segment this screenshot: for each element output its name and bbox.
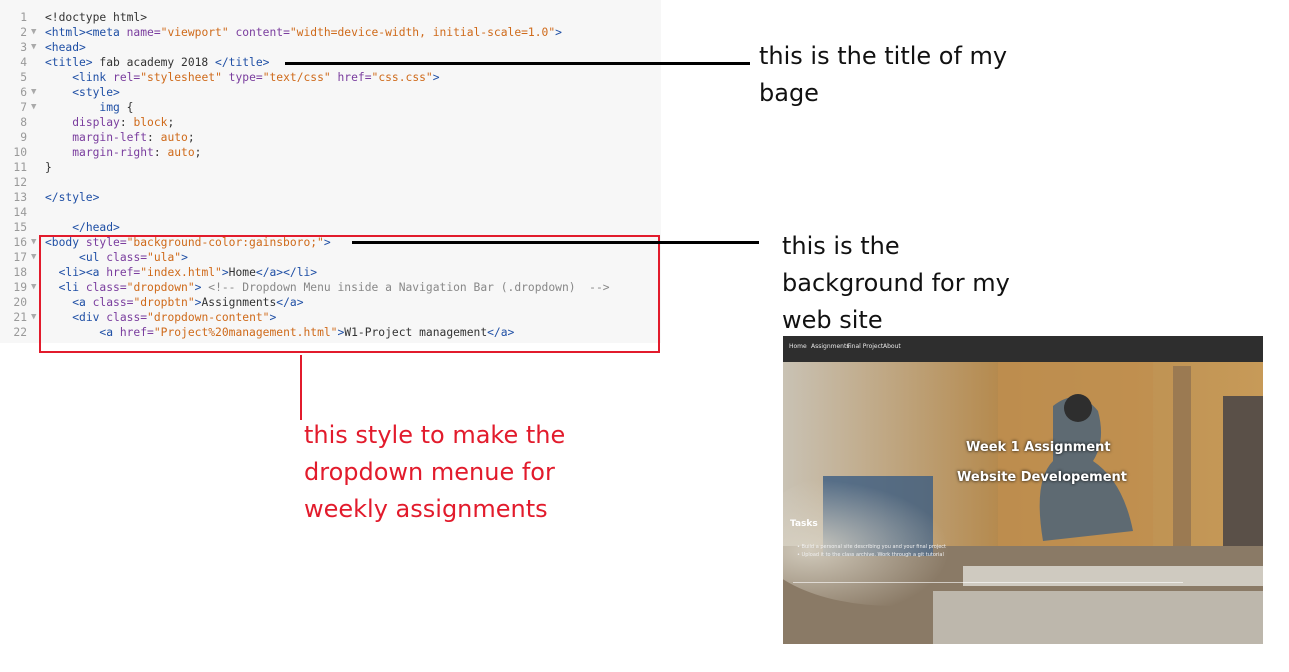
fold-toggle-icon[interactable]: ▼ xyxy=(31,250,36,265)
code-text: margin-right: auto; xyxy=(72,146,202,159)
dropdown-annotation-line: this style to make the xyxy=(304,421,566,449)
line-number: 13 xyxy=(13,191,27,204)
code-text: <link rel="stylesheet" type="text/css" h… xyxy=(72,71,440,84)
line-number: 4 xyxy=(20,56,27,69)
line-number: 6 xyxy=(20,86,27,99)
code-text: <title> fab academy 2018 </title> xyxy=(45,56,270,69)
line-number: 11 xyxy=(13,161,27,174)
fold-toggle-icon[interactable]: ▼ xyxy=(31,25,36,40)
code-line: 12 xyxy=(0,175,661,190)
line-number: 21 xyxy=(13,311,27,324)
code-line: 3 ▼ <head> xyxy=(0,40,661,55)
line-number: 22 xyxy=(13,326,27,339)
line-number: 8 xyxy=(20,116,27,129)
title-annotation: this is the title of my bage xyxy=(759,38,1007,112)
dropdown-annotation-line: weekly assignments xyxy=(304,495,548,523)
code-line: 6 ▼ <style> xyxy=(0,85,661,100)
fold-toggle-icon[interactable]: ▼ xyxy=(31,280,36,295)
dropdown-annotation-line: dropdown menue for xyxy=(304,458,555,486)
line-number: 15 xyxy=(13,221,27,234)
background-annotation-line: this is the xyxy=(782,232,900,260)
background-annotation: this is the background for my web site xyxy=(782,228,1010,339)
code-line: 9 margin-left: auto; xyxy=(0,130,661,145)
code-text: <style> xyxy=(72,86,120,99)
title-annotation-line: this is the title of my xyxy=(759,42,1008,70)
preview-heading-week: Week 1 Assignment xyxy=(966,440,1111,455)
line-number: 3 xyxy=(20,41,27,54)
code-line: 10 margin-right: auto; xyxy=(0,145,661,160)
code-line: 1 <!doctype html> xyxy=(0,10,661,25)
code-text: img { xyxy=(99,101,134,114)
code-text: margin-left: auto; xyxy=(72,131,195,144)
line-number: 19 xyxy=(13,281,27,294)
preview-navbar: Home Assignments Final Project About xyxy=(783,336,1263,362)
title-annotation-line: bage xyxy=(759,79,819,107)
code-line: 2 ▼ <html><meta name="viewport" content="w… xyxy=(0,25,661,40)
line-number: 2 xyxy=(20,26,27,39)
code-line: 15 </head> xyxy=(0,220,661,235)
code-text: <!doctype html> xyxy=(45,11,148,24)
code-line: 8 display: block; xyxy=(0,115,661,130)
code-text: display: block; xyxy=(72,116,175,129)
preview-tasks-label: Tasks xyxy=(790,519,818,529)
dropdown-annotation: this style to make the dropdown menue fo… xyxy=(304,417,565,528)
line-number: 7 xyxy=(20,101,27,114)
workshop-photo xyxy=(783,362,1263,644)
code-line: 13 </style> xyxy=(0,190,661,205)
background-callout-line xyxy=(352,241,759,244)
code-text: </style> xyxy=(45,191,100,204)
code-line: 5 <link rel="stylesheet" type="text/css"… xyxy=(0,70,661,85)
line-number: 16 xyxy=(13,236,27,249)
preview-nav-about: About xyxy=(883,343,901,350)
preview-nav-home: Home xyxy=(789,343,807,350)
fold-toggle-icon[interactable]: ▼ xyxy=(31,235,36,250)
code-text: </head> xyxy=(72,221,120,234)
fold-toggle-icon[interactable]: ▼ xyxy=(31,40,36,55)
title-callout-line xyxy=(285,62,750,65)
line-number: 1 xyxy=(20,11,27,24)
line-number: 10 xyxy=(13,146,27,159)
code-line: 14 xyxy=(0,205,661,220)
code-text: <html><meta name="viewport" content="wid… xyxy=(45,26,562,39)
fold-toggle-icon[interactable]: ▼ xyxy=(31,100,36,115)
background-annotation-line: web site xyxy=(782,306,883,334)
line-number: 17 xyxy=(13,251,27,264)
line-number: 20 xyxy=(13,296,27,309)
body-highlight-box xyxy=(39,235,660,353)
preview-nav-final-project: Final Project xyxy=(847,343,884,350)
code-line: 7 ▼ img { xyxy=(0,100,661,115)
preview-nav-assignments: Assignments xyxy=(811,343,850,350)
fold-toggle-icon[interactable]: ▼ xyxy=(31,310,36,325)
code-line: 11} xyxy=(0,160,661,175)
fold-toggle-icon[interactable]: ▼ xyxy=(31,85,36,100)
line-number: 12 xyxy=(13,176,27,189)
dropdown-callout-line xyxy=(300,355,302,420)
code-text: <head> xyxy=(45,41,86,54)
preview-task-item: • Upload it to the class archive. Work t… xyxy=(797,552,944,558)
background-annotation-line: background for my xyxy=(782,269,1010,297)
website-preview-image: Home Assignments Final Project About Wee… xyxy=(783,336,1263,644)
line-number: 9 xyxy=(20,131,27,144)
line-number: 14 xyxy=(13,206,27,219)
preview-task-item: • Build a personal site describing you a… xyxy=(797,544,947,550)
line-number: 18 xyxy=(13,266,27,279)
preview-heading-website: Website Developement xyxy=(957,470,1127,485)
code-text: } xyxy=(45,161,52,174)
line-number: 5 xyxy=(20,71,27,84)
